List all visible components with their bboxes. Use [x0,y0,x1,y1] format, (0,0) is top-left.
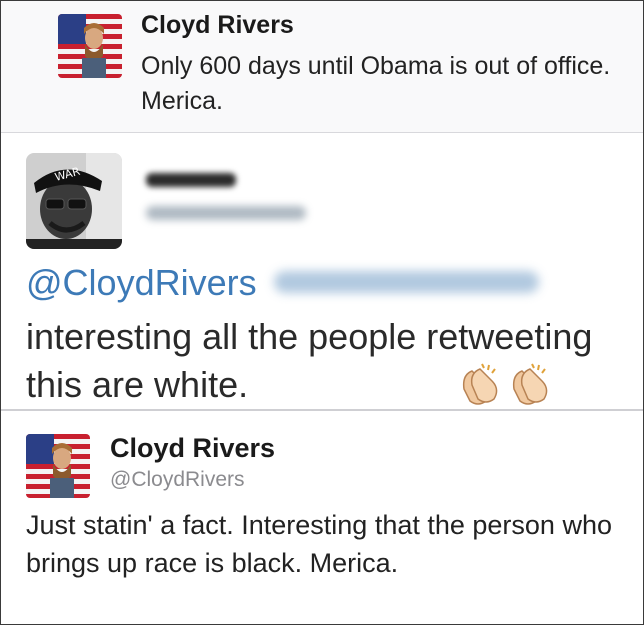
tweet-text: Just statin' a fact. Interesting that th… [26,510,612,578]
author-name[interactable]: Cloyd Rivers [110,433,275,464]
avatar-flag-icon[interactable] [26,434,90,498]
clapping-hands-icon [508,361,554,407]
reply-mention-link[interactable]: @CloydRivers [26,262,257,304]
redacted-handle [146,206,306,220]
clapping-hands-icon [458,361,504,407]
tweet-text: Only 600 days until Obama is out of offi… [141,52,611,115]
redacted-mention [274,271,539,293]
avatar-user-icon[interactable]: WAR [26,153,122,249]
tweet-card-original[interactable]: Cloyd Rivers Only 600 days until Obama i… [1,1,643,133]
avatar-flag-icon[interactable] [58,14,122,78]
redacted-name [146,173,236,187]
tweet-card-reply[interactable]: WAR @CloydRivers interesting all the peo… [1,133,643,411]
author-name[interactable]: Cloyd Rivers [141,11,294,40]
tweet-card-response[interactable]: Cloyd Rivers @CloydRivers Just statin' a… [1,411,643,623]
author-handle[interactable]: @CloydRivers [110,468,245,492]
